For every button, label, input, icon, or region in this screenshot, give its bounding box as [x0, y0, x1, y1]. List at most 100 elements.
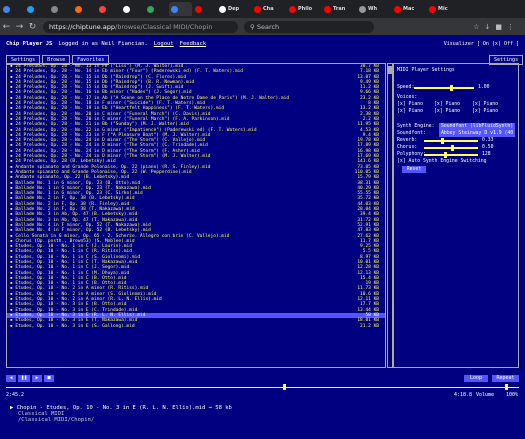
- browser-tab[interactable]: Dep: [217, 2, 251, 16]
- browser-tab[interactable]: [121, 2, 144, 16]
- reverb-slider[interactable]: [424, 140, 478, 142]
- voice-2[interactable]: [x] Piano: [434, 102, 460, 107]
- back-icon[interactable]: ←: [0, 22, 13, 32]
- synth-engine-select[interactable]: Soundfont (libFluidSynth) ▾: [439, 123, 515, 130]
- browser-tab-label: Philo: [298, 6, 313, 12]
- file-name: Ballade No. 3 in Ab, Op. 47 (T. Nakazawa…: [15, 217, 138, 223]
- browser-tab[interactable]: [25, 2, 48, 16]
- auto-switch-checkbox[interactable]: [x] Auto Synth Engine Switching: [397, 159, 487, 164]
- speed-slider[interactable]: [414, 87, 474, 89]
- chorus-slider-knob[interactable]: [451, 145, 454, 151]
- reverb-slider-knob[interactable]: [441, 138, 444, 144]
- polyphony-slider[interactable]: [424, 154, 478, 156]
- browser-tab[interactable]: [97, 2, 120, 16]
- volume-label: Volume: [476, 392, 495, 398]
- browser-tab[interactable]: [145, 2, 168, 16]
- toolbar-icons[interactable]: ☆↓■⋮: [473, 23, 519, 31]
- now-playing-icon: ▶: [10, 405, 14, 411]
- browser-tab[interactable]: Mic: [427, 2, 461, 16]
- volume-knob[interactable]: [504, 384, 508, 390]
- browser-tab[interactable]: [73, 2, 96, 16]
- file-name: 24 Preludes, Op. 28 (B. Lebetsky).mid: [15, 159, 116, 165]
- scrollbar-thumb[interactable]: [388, 66, 392, 74]
- polyphony-value: 128: [482, 152, 491, 157]
- tab-favicon-icon: [219, 5, 226, 13]
- browser-tab[interactable]: Mac: [392, 2, 426, 16]
- voice-4[interactable]: [x] Piano: [397, 109, 423, 114]
- file-name: Etudes, Op. 10 - No. 3 in E (S. Gallong)…: [15, 323, 135, 329]
- polyphony-slider-knob[interactable]: [444, 152, 447, 158]
- settings-title: MIDI Player Settings: [397, 68, 455, 73]
- url-field[interactable]: https://chiptune.app/browse/Classical MI…: [43, 20, 238, 33]
- browser-tab-strip: Dep Cha Philo Tran Wh Mac Mic: [0, 0, 525, 18]
- reload-icon[interactable]: ↻: [26, 22, 39, 32]
- voice-3[interactable]: [x] Piano: [472, 102, 498, 107]
- browser-tab[interactable]: Cha: [252, 2, 286, 16]
- now-playing-path[interactable]: /Classical MIDI/Chopin/: [18, 417, 232, 423]
- seek-bar[interactable]: [6, 384, 519, 390]
- voice-5[interactable]: [x] Piano: [434, 109, 460, 114]
- reverb-value: 0.33: [482, 138, 494, 143]
- seek-knob[interactable]: [283, 384, 287, 390]
- tab-favicon-icon: [324, 5, 331, 13]
- visualizer-toggle[interactable]: Visualizer [ On |x| Off ]: [444, 41, 519, 47]
- file-list-item[interactable]: ▪ Etudes, Op. 10 - No. 3 in E (S. Gallon…: [7, 324, 385, 329]
- speed-slider-knob[interactable]: [450, 85, 453, 91]
- total-time: 4:18.8: [454, 392, 473, 398]
- file-name: Etudes, Op. 10 - No. 2 in A minor (R. Ri…: [15, 286, 149, 292]
- file-name: 24 Preludes, Op. 28 - No. 14 in Eb minor…: [15, 69, 243, 75]
- voice-6[interactable]: [x] Piano: [472, 109, 498, 114]
- browser-tab-label: Mac: [403, 6, 415, 12]
- chorus-value: 0.50: [482, 145, 494, 150]
- logout-link[interactable]: Logout: [154, 41, 174, 47]
- elapsed-time: 2:45.2: [6, 392, 25, 398]
- file-name: 24 Preludes, Op. 28 - No. 19 in Eb ("Hea…: [15, 106, 225, 112]
- browser-tab[interactable]: [193, 2, 216, 16]
- reset-button[interactable]: Reset: [402, 166, 426, 173]
- file-name: 24 Preludes, Op. 28 - No. 24 in D minor …: [15, 148, 200, 154]
- search-field[interactable]: ⚲ Search: [244, 20, 374, 33]
- now-playing: ▶ Chopin - Etudes, Op. 10 - No. 3 in E (…: [10, 405, 232, 423]
- speed-label: Speed:: [397, 85, 415, 90]
- browser-tab-label: Wh: [368, 6, 378, 12]
- file-name: Etudes, Op. 10 - No. 3 in E (B. Otto).mi…: [15, 302, 127, 308]
- browser-tab[interactable]: [169, 2, 192, 16]
- file-name: Ballade No. 3 in Ab, Op. 47 (B. Lebetsky…: [15, 212, 138, 218]
- tab-favicon-icon: [123, 5, 130, 13]
- prev-button[interactable]: ◀: [6, 375, 16, 382]
- file-name: 24 Preludes, Op. 28 - No. 16 in Bb minor…: [15, 90, 192, 96]
- browser-tab-label: Mic: [438, 6, 448, 12]
- browser-tab[interactable]: [49, 2, 72, 16]
- file-name: 24 Preludes, Op. 28 - No. 21 in Bb ("Sun…: [15, 122, 189, 128]
- tab-favicon-icon: [289, 5, 296, 13]
- repeat-button[interactable]: Repeat: [492, 375, 519, 382]
- stop-button[interactable]: ■: [44, 375, 54, 382]
- speed-value: 1.00: [478, 85, 490, 90]
- file-name: Etudes, Op. 10 - No. 1 in C (S. Giolinom…: [15, 254, 141, 260]
- file-name: Ballade No. 4 in F minor, Op. 52 (B. Leb…: [15, 228, 151, 234]
- file-name: 24 Preludes, Op. 28 - No. 24 in D minor …: [15, 143, 208, 149]
- file-name: Andante spianato, Op. 22 (B. Lebetsky).m…: [15, 175, 130, 181]
- file-name: Etudes, Op. 10 - No. 1 in C (R. Ritiss).…: [15, 249, 132, 255]
- soundfont-select[interactable]: Abbey Steinway D v1.9 (40 MB) ▾: [439, 130, 515, 137]
- next-button[interactable]: ▶: [32, 375, 42, 382]
- browser-tab[interactable]: Tran: [322, 2, 356, 16]
- browser-tab[interactable]: Wh: [357, 2, 391, 16]
- file-name: 24 Preludes, Op. 28 - No. 22 in G minor …: [15, 127, 257, 133]
- file-name: Ballade No. 2 in F, Op. 38 (R. Finley).m…: [15, 201, 130, 207]
- loop-button[interactable]: Loop: [464, 375, 488, 382]
- file-name: Cello Sonata in G minor, Op. 65 - 2. Sch…: [15, 233, 230, 239]
- login-text: Logged in as Neil Fiancian.: [58, 41, 148, 47]
- tab-favicon-icon: [171, 5, 178, 13]
- forward-icon[interactable]: →: [13, 22, 26, 32]
- feedback-link[interactable]: Feedback: [180, 41, 207, 47]
- pause-button[interactable]: ❚❚: [18, 375, 30, 382]
- polyphony-label: Polyphony:: [397, 152, 426, 157]
- browser-tab[interactable]: [1, 2, 24, 16]
- player-times: 2:45.2 4:18.8 Volume 100%: [6, 392, 519, 400]
- tab-favicon-icon: [51, 5, 58, 13]
- browser-tab[interactable]: Philo: [287, 2, 321, 16]
- tab-favicon-icon: [3, 5, 10, 13]
- file-name: 24 Preludes, Op. 28 - No. 15 in Db ("Rai…: [15, 74, 187, 80]
- voice-1[interactable]: [x] Piano: [397, 102, 423, 107]
